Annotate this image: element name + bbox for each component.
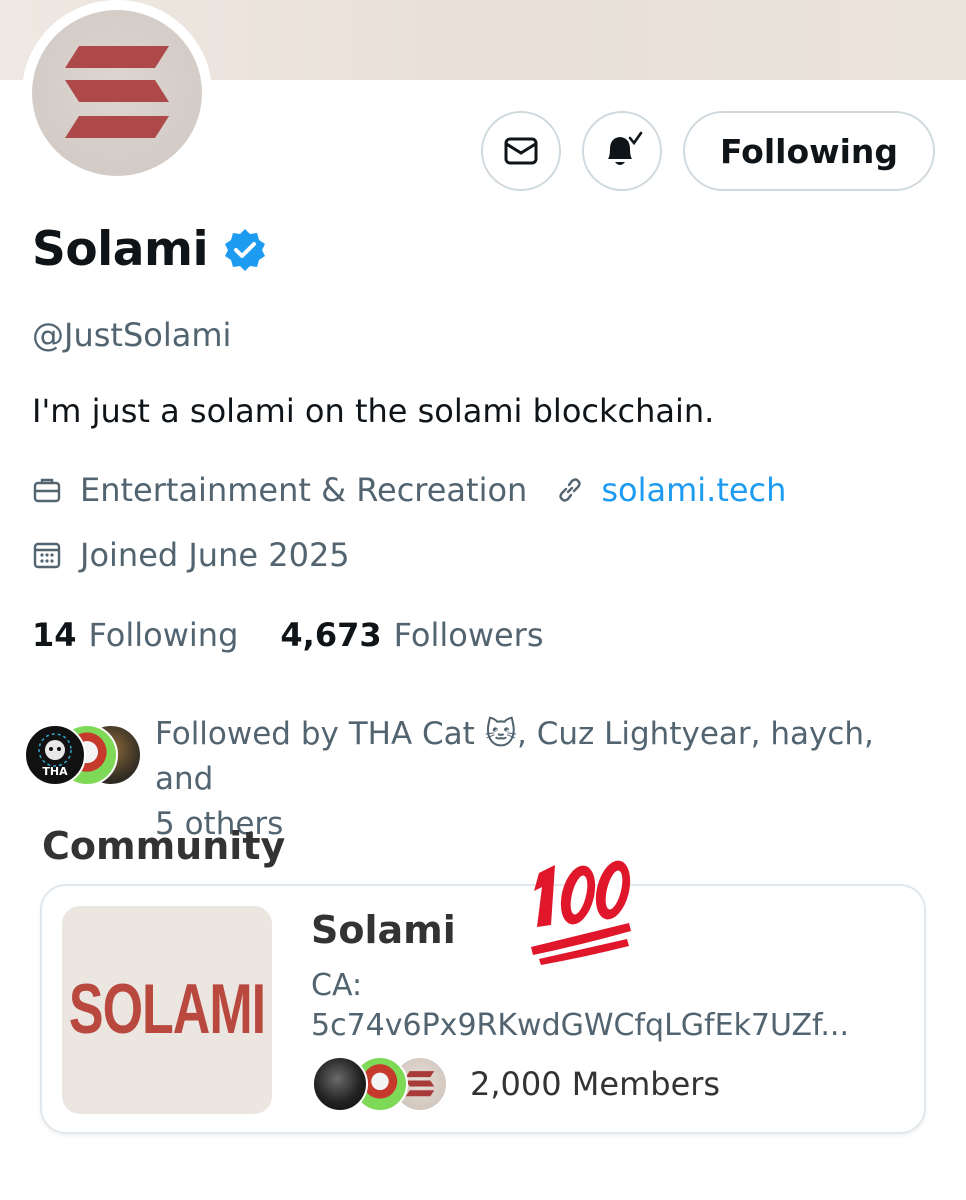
calendar-icon	[33, 542, 61, 569]
hundred-points-emoji	[531, 860, 631, 965]
community-name: Solami	[311, 908, 456, 952]
joined-date: Joined June 2025	[80, 536, 350, 574]
profile-handle: @JustSolami	[32, 316, 232, 354]
display-name: Solami	[32, 222, 209, 277]
profile-avatar[interactable]	[22, 0, 212, 186]
community-ca-value: 5c74v6Px9RKwdGWCfqLGfEk7UZf...	[311, 1008, 849, 1043]
followed-by-line-1: Followed by THA Cat 🐱, Cuz Lightyear, ha…	[155, 716, 874, 797]
solana-logo	[32, 10, 202, 176]
followers-label: Followers	[393, 616, 544, 654]
community-card[interactable]: SOLAMI Solami CA: 5c74v6Px9RKwdGWCfqLGfE…	[40, 884, 926, 1134]
name-row: Solami	[32, 222, 268, 277]
followers-stat[interactable]: 4,673 Followers	[280, 616, 543, 654]
follow-stats: 14 Following 4,673 Followers	[32, 616, 544, 654]
community-section-title: Community	[42, 824, 286, 868]
community-member-count: 2,000 Members	[470, 1065, 721, 1103]
community-members-row: 2,000 Members	[312, 1056, 720, 1112]
community-ca-label: CA:	[311, 968, 363, 1003]
message-button[interactable]	[481, 111, 561, 191]
website-url[interactable]: solami.tech	[601, 471, 786, 509]
community-image: SOLAMI	[62, 906, 272, 1114]
member-avatar	[312, 1056, 368, 1112]
community-image-text: SOLAMI	[68, 970, 266, 1050]
link-icon	[559, 478, 582, 502]
verified-badge-icon[interactable]	[222, 227, 268, 273]
followers-count: 4,673	[280, 616, 382, 654]
community-description: CA: 5c74v6Px9RKwdGWCfqLGfEk7UZf...	[311, 966, 911, 1046]
briefcase-icon	[33, 478, 61, 503]
profile-meta-row: Entertainment & Recreation solami.tech	[32, 471, 786, 509]
follower-avatar-badge: THA	[42, 765, 68, 778]
joined-row: Joined June 2025	[32, 536, 350, 574]
envelope-icon	[504, 137, 538, 165]
community-member-avatars	[312, 1056, 462, 1112]
profile-bio: I'm just a solami on the solami blockcha…	[32, 392, 715, 430]
following-stat[interactable]: 14 Following	[32, 616, 238, 654]
followed-by-avatars[interactable]: THA	[24, 722, 144, 788]
following-count: 14	[32, 616, 77, 654]
follower-avatar: THA	[24, 724, 86, 786]
website-link[interactable]: solami.tech	[555, 471, 786, 509]
bell-check-icon	[608, 131, 643, 165]
following-label: Following	[88, 616, 239, 654]
notifications-button[interactable]	[582, 111, 662, 191]
following-button[interactable]: Following	[683, 111, 935, 191]
profile-category: Entertainment & Recreation	[80, 471, 528, 509]
